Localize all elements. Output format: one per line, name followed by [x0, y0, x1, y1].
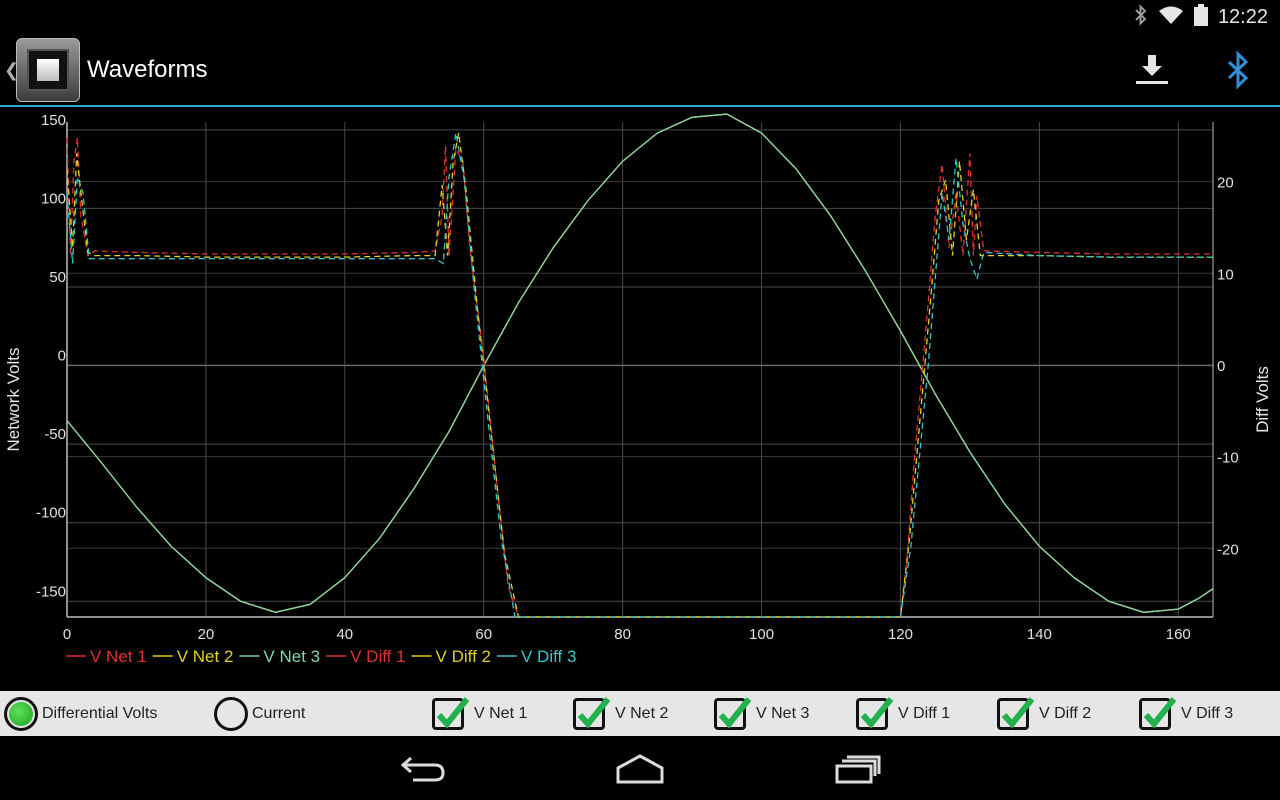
checkbox-label: V Net 3 — [756, 704, 810, 722]
legend-entry: V Diff 1 — [350, 647, 405, 666]
checkbox-label: V Diff 2 — [1039, 704, 1092, 722]
checkbox-label: V Net 1 — [474, 704, 528, 722]
checkbox-v-diff-3[interactable]: V Diff 3 — [1139, 691, 1233, 736]
checkmark-icon — [436, 696, 470, 729]
recents-icon — [835, 755, 881, 784]
radio-selected-dot — [9, 701, 33, 726]
app-icon-frame — [27, 49, 69, 91]
y2-tick-label: -10 — [1217, 450, 1239, 467]
checkbox-label: V Diff 1 — [898, 704, 951, 722]
x-tick-label: 160 — [1166, 626, 1191, 643]
legend-entry: V Diff 2 — [436, 647, 491, 666]
bluetooth-icon — [1134, 4, 1148, 31]
series-line-v-diff-2 — [66, 132, 1213, 618]
legend-entry: V Net 2 — [177, 647, 234, 666]
waveform-chart: 0 20 40 60 80 100 120 140 160 150 100 50 0 -50 -100 -15… — [0, 107, 1280, 690]
y2-tick-label: 20 — [1217, 175, 1234, 192]
legend-entry: V Net 1 — [90, 647, 147, 666]
checkmark-icon — [718, 696, 752, 729]
nav-back-button[interactable] — [394, 751, 454, 787]
stop-square-icon — [37, 59, 59, 81]
y2-tick-label: 0 — [1217, 358, 1225, 375]
system-nav-bar — [0, 737, 1280, 800]
checkmark-icon — [577, 696, 611, 729]
trace-controls: Differential Volts Current V Net 1 V Net… — [0, 691, 1280, 736]
checkbox-v-diff-1[interactable]: V Diff 1 — [856, 691, 950, 736]
checkbox-label: V Net 2 — [615, 704, 669, 722]
radio-indicator[interactable] — [214, 696, 248, 731]
status-bar: 12:22 — [0, 0, 1280, 34]
checkbox-box[interactable] — [432, 696, 470, 730]
checkbox-v-net-2[interactable]: V Net 2 — [573, 691, 668, 736]
y2-tick-label: -20 — [1217, 541, 1239, 558]
bluetooth-button[interactable] — [1222, 50, 1254, 90]
x-tick-label: 140 — [1027, 626, 1052, 643]
checkbox-label: V Diff 3 — [1181, 704, 1234, 722]
download-icon — [1136, 55, 1168, 84]
checkbox-box[interactable] — [1139, 696, 1177, 730]
legend-entry: V Diff 3 — [521, 647, 576, 666]
checkbox-box[interactable] — [856, 696, 894, 730]
y-tick-label: -150 — [36, 583, 66, 600]
download-button[interactable] — [1132, 52, 1172, 88]
back-arrow-icon — [400, 756, 445, 782]
series-line-v-net-3 — [66, 113, 1214, 613]
y-tick-label: -100 — [36, 505, 66, 522]
series-line-v-net-1 — [66, 113, 1214, 613]
status-time: 12:22 — [1217, 6, 1268, 28]
nav-home-button[interactable] — [610, 751, 670, 787]
checkbox-v-net-1[interactable]: V Net 1 — [432, 691, 527, 736]
checkbox-box[interactable] — [573, 696, 611, 730]
y-tick-label: 50 — [49, 269, 66, 286]
y-axis-title: Network Volts — [4, 348, 23, 452]
radio-current-label: Current — [252, 704, 306, 722]
series-line-v-diff-3 — [66, 132, 1213, 618]
radio-indicator[interactable] — [4, 696, 38, 731]
checkmark-icon — [1001, 696, 1035, 729]
y2-tick-label: 10 — [1217, 266, 1234, 283]
y2-axis-title: Diff Volts — [1253, 366, 1272, 433]
x-tick-label: 120 — [888, 626, 913, 643]
checkbox-box[interactable] — [997, 696, 1035, 730]
checkbox-v-diff-2[interactable]: V Diff 2 — [997, 691, 1091, 736]
action-bar: ❮ Waveforms — [0, 34, 1280, 107]
y-tick-label: 100 — [41, 190, 66, 207]
chart-svg: 0 20 40 60 80 100 120 140 160150100500-50-100-15… — [4, 112, 1272, 666]
x-tick-label: 60 — [475, 626, 492, 643]
x-tick-label: 80 — [614, 626, 631, 643]
legend-entry: V Net 3 — [263, 647, 320, 666]
x-tick-label: 100 — [749, 626, 774, 643]
battery-icon — [1193, 4, 1208, 31]
bluetooth-icon — [1227, 50, 1249, 90]
radio-current[interactable]: Current — [214, 691, 305, 736]
app-icon[interactable] — [16, 38, 80, 102]
y-tick-label: 0 — [58, 348, 66, 365]
nav-recents-button[interactable] — [828, 751, 888, 787]
x-tick-label: 0 — [63, 626, 71, 643]
y-tick-label: -50 — [44, 426, 66, 443]
checkbox-box[interactable] — [714, 696, 752, 730]
checkbox-v-net-3[interactable]: V Net 3 — [714, 691, 809, 736]
x-tick-label: 20 — [198, 626, 215, 643]
series-line-v-diff-1 — [66, 137, 1213, 618]
wifi-icon — [1158, 5, 1184, 30]
home-icon — [616, 754, 664, 784]
y-tick-label: 150 — [41, 112, 66, 129]
radio-differential-label: Differential Volts — [42, 704, 158, 722]
radio-differential-volts[interactable]: Differential Volts — [4, 691, 157, 736]
checkmark-icon — [1143, 696, 1177, 729]
checkmark-icon — [860, 696, 894, 729]
x-tick-label: 40 — [336, 626, 353, 643]
series-line-v-net-2 — [66, 113, 1214, 613]
page-title: Waveforms — [87, 56, 208, 83]
